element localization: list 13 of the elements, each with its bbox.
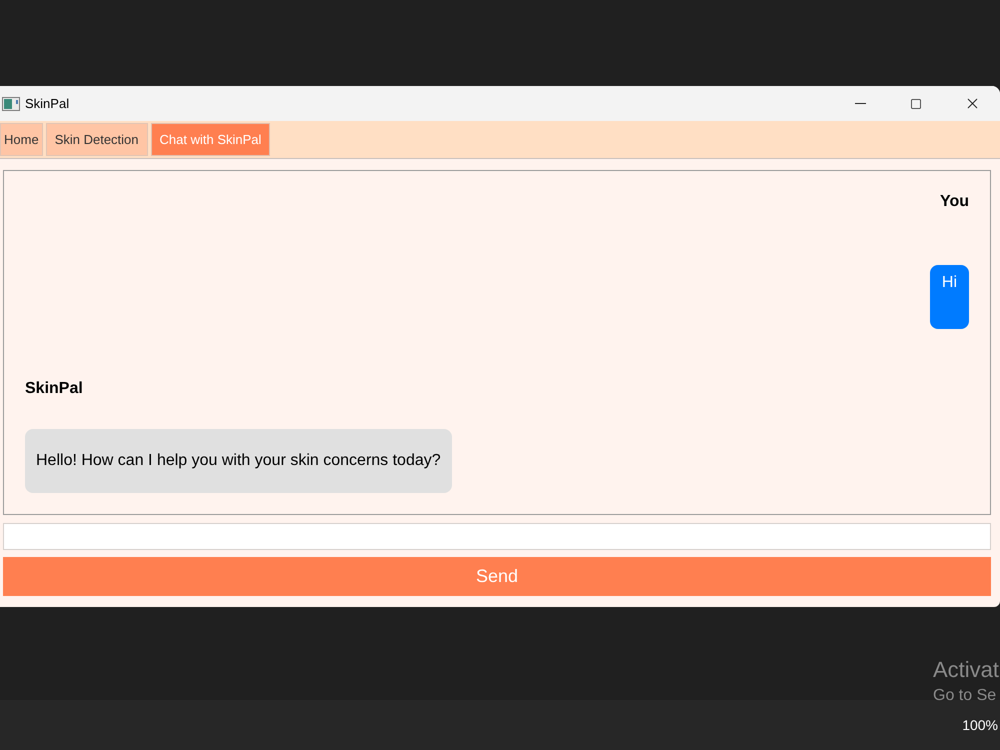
tab[interactable]: Skin Detection [46, 123, 148, 156]
tab[interactable]: Home [0, 123, 43, 156]
sender-name: SkinPal [25, 379, 83, 399]
sender-name: You [940, 192, 969, 212]
message-input-field[interactable] [3, 523, 991, 550]
minimize-icon [854, 103, 866, 104]
activation-watermark-text: Activat [933, 656, 1000, 684]
chat-bubble: Hello! How can I help you with your skin concerns today? [25, 429, 452, 493]
window-title: SkinPal [25, 94, 70, 113]
maximize-icon [910, 98, 922, 110]
activation-watermark-text: Go to Se [933, 686, 998, 706]
chat-bubble: Hi [930, 265, 969, 329]
zoom-level: 100% [962, 716, 998, 735]
